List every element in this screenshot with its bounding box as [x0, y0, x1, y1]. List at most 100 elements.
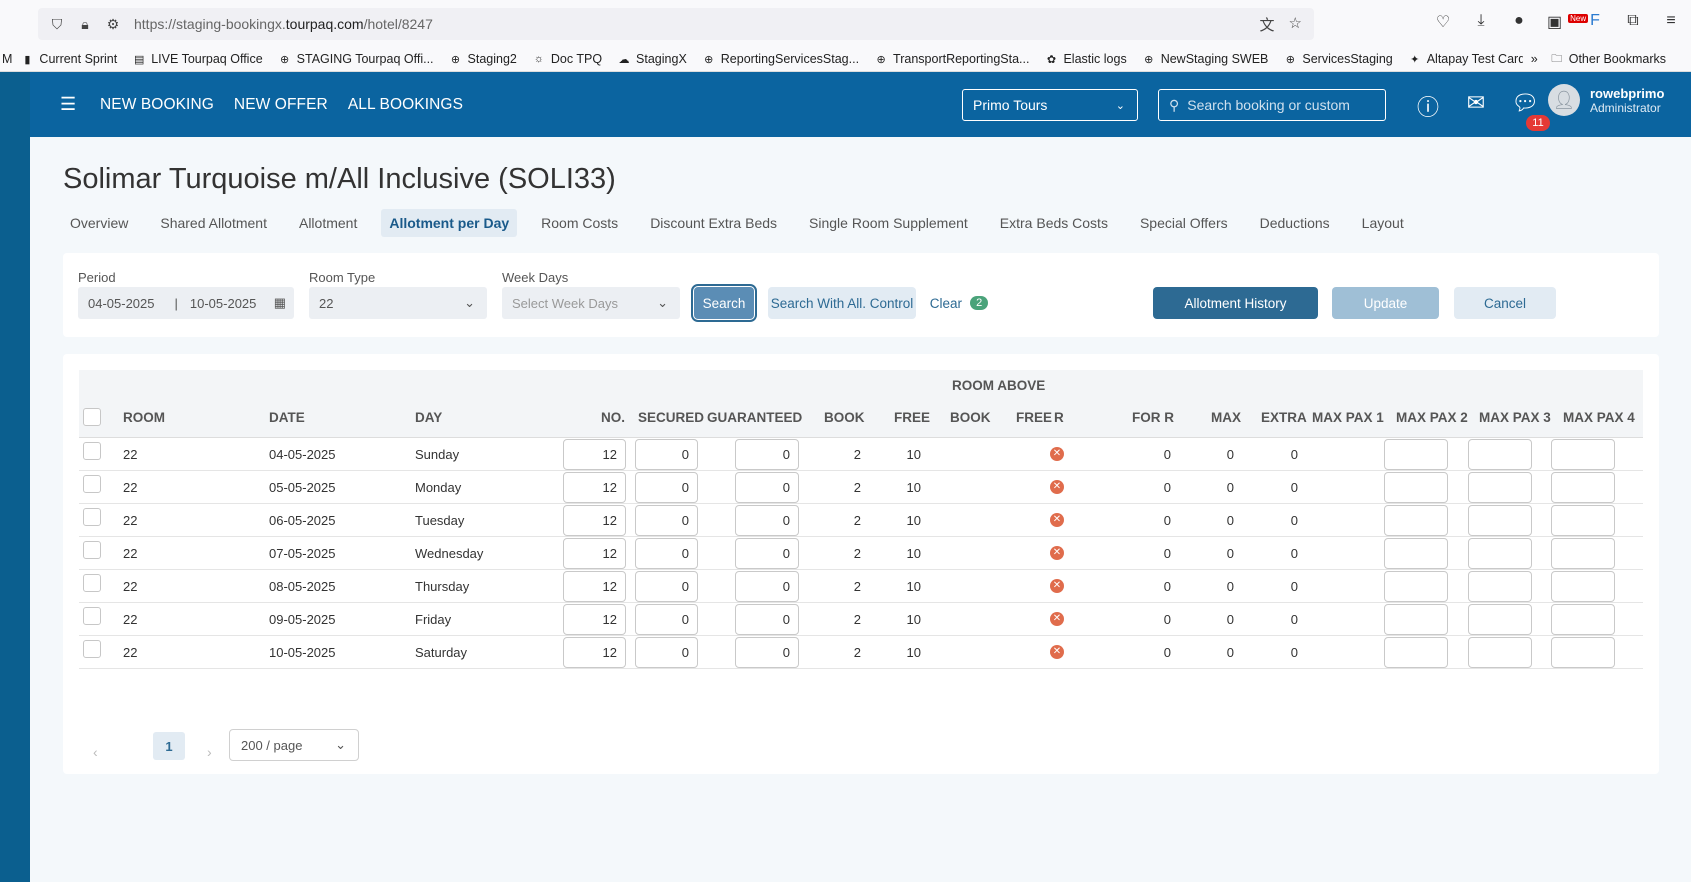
row-checkbox[interactable]: [83, 640, 101, 658]
max-pax-4-input[interactable]: [1551, 538, 1615, 569]
tab-discount-extra-beds[interactable]: Discount Extra Beds: [642, 209, 785, 237]
period-range-picker[interactable]: 04-05-2025 | 10-05-2025 ▦: [78, 287, 294, 319]
lock-icon[interactable]: 🔒︎: [76, 15, 94, 33]
tab-layout[interactable]: Layout: [1354, 209, 1412, 237]
bookmark-item[interactable]: ⊕ STAGING Tourpaq Offi...: [278, 52, 433, 66]
no-input[interactable]: 12: [563, 439, 626, 470]
extension-f-icon[interactable]: F: [1585, 12, 1605, 32]
chat-icon[interactable]: 💬︎11: [1511, 90, 1550, 142]
update-button[interactable]: Update: [1332, 287, 1439, 319]
row-checkbox[interactable]: [83, 475, 101, 493]
search-with-control-button[interactable]: Search With All. Control: [768, 287, 916, 319]
r-status-icon[interactable]: ✕: [1050, 645, 1064, 659]
translate-icon[interactable]: 文: [1260, 14, 1275, 35]
help-icon[interactable]: ⓘ: [1415, 90, 1441, 142]
secured-input[interactable]: 0: [635, 571, 698, 602]
max-pax-2-input[interactable]: [1384, 472, 1448, 503]
secured-input[interactable]: 0: [635, 604, 698, 635]
max-pax-3-input[interactable]: [1468, 439, 1532, 470]
r-status-icon[interactable]: ✕: [1050, 447, 1064, 461]
tab-extra-beds-costs[interactable]: Extra Beds Costs: [992, 209, 1116, 237]
page-1-button[interactable]: 1: [153, 732, 185, 760]
secured-input[interactable]: 0: [635, 439, 698, 470]
max-pax-3-input[interactable]: [1468, 538, 1532, 569]
tab-shared-allotment[interactable]: Shared Allotment: [152, 209, 275, 237]
next-page-icon[interactable]: ›: [207, 744, 212, 760]
max-pax-4-input[interactable]: [1551, 505, 1615, 536]
menu-icon[interactable]: ≡: [1661, 12, 1681, 32]
no-input[interactable]: 12: [563, 604, 626, 635]
room-type-select[interactable]: 22 ⌄: [309, 287, 487, 319]
r-status-icon[interactable]: ✕: [1050, 480, 1064, 494]
star-icon[interactable]: ☆: [1289, 14, 1302, 35]
bookmark-item[interactable]: ⊕ ServicesStaging: [1283, 52, 1393, 66]
tab-overview[interactable]: Overview: [62, 209, 136, 237]
max-pax-4-input[interactable]: [1551, 472, 1615, 503]
week-days-select[interactable]: Select Week Days ⌄: [502, 287, 680, 319]
max-pax-2-input[interactable]: [1384, 604, 1448, 635]
cancel-button[interactable]: Cancel: [1454, 287, 1556, 319]
user-menu[interactable]: 👤︎ rowebprimo Administrator: [1548, 84, 1664, 116]
tab-allotment[interactable]: Allotment: [291, 209, 365, 237]
max-pax-4-input[interactable]: [1551, 571, 1615, 602]
bookmark-item[interactable]: ⊕ TransportReportingSta...: [874, 52, 1029, 66]
max-pax-2-input[interactable]: [1384, 439, 1448, 470]
guaranteed-input[interactable]: 0: [735, 505, 799, 536]
guaranteed-input[interactable]: 0: [735, 637, 799, 668]
tab-allotment-per-day[interactable]: Allotment per Day: [381, 209, 518, 237]
max-pax-3-input[interactable]: [1468, 604, 1532, 635]
extension-new-icon[interactable]: ▣ New: [1547, 12, 1589, 32]
bookmark-item[interactable]: ⊕ Staging2: [449, 52, 517, 66]
global-search[interactable]: ⚲ Search booking or custom: [1158, 89, 1386, 121]
tab-single-room-supplement[interactable]: Single Room Supplement: [801, 209, 976, 237]
bookmark-item[interactable]: ⊕ NewStaging SWEB: [1142, 52, 1268, 66]
download-icon[interactable]: ⤓: [1471, 12, 1491, 32]
max-pax-2-input[interactable]: [1384, 637, 1448, 668]
max-pax-3-input[interactable]: [1468, 637, 1532, 668]
guaranteed-input[interactable]: 0: [735, 571, 799, 602]
bookmark-item[interactable]: ▤ LIVE Tourpaq Office: [132, 52, 263, 66]
max-pax-3-input[interactable]: [1468, 472, 1532, 503]
no-input[interactable]: 12: [563, 472, 626, 503]
secured-input[interactable]: 0: [635, 637, 698, 668]
bookmark-item[interactable]: ⊕ ReportingServicesStag...: [702, 52, 859, 66]
guaranteed-input[interactable]: 0: [735, 604, 799, 635]
mail-icon[interactable]: ✉: [1463, 90, 1489, 142]
row-checkbox[interactable]: [83, 541, 101, 559]
nav-all-bookings[interactable]: ALL BOOKINGS: [348, 96, 463, 114]
bookmark-item[interactable]: ✿ Elastic logs: [1044, 52, 1127, 66]
agency-select[interactable]: Primo Tours ⌄: [962, 89, 1138, 121]
no-input[interactable]: 12: [563, 637, 626, 668]
guaranteed-input[interactable]: 0: [735, 538, 799, 569]
bookmark-item[interactable]: ☼ Doc TPQ: [532, 52, 602, 66]
other-bookmarks[interactable]: 🗀 Other Bookmarks: [1550, 52, 1666, 66]
pocket-icon[interactable]: ♡: [1433, 12, 1453, 32]
search-button[interactable]: Search: [691, 284, 757, 322]
allotment-history-button[interactable]: Allotment History: [1153, 287, 1318, 319]
r-status-icon[interactable]: ✕: [1050, 612, 1064, 626]
bookmark-item[interactable]: ✦ Altapay Test Cards: [1408, 52, 1531, 66]
permissions-icon[interactable]: ⚙: [104, 15, 122, 33]
max-pax-4-input[interactable]: [1551, 439, 1615, 470]
r-status-icon[interactable]: ✕: [1050, 513, 1064, 527]
tab-special-offers[interactable]: Special Offers: [1132, 209, 1236, 237]
max-pax-3-input[interactable]: [1468, 505, 1532, 536]
bookmark-item[interactable]: ▮ Current Sprint: [20, 52, 117, 66]
max-pax-2-input[interactable]: [1384, 538, 1448, 569]
account-icon[interactable]: ●: [1509, 12, 1529, 32]
shield-icon[interactable]: ⛉: [48, 15, 66, 33]
nav-new-offer[interactable]: NEW OFFER: [234, 96, 328, 114]
max-pax-2-input[interactable]: [1384, 505, 1448, 536]
r-status-icon[interactable]: ✕: [1050, 546, 1064, 560]
max-pax-4-input[interactable]: [1551, 604, 1615, 635]
tab-room-costs[interactable]: Room Costs: [533, 209, 626, 237]
url-text[interactable]: https://staging-bookingx.tourpaq.com/hot…: [134, 16, 433, 32]
no-input[interactable]: 12: [563, 571, 626, 602]
row-checkbox[interactable]: [83, 607, 101, 625]
page-size-select[interactable]: 200 / page ⌄: [229, 729, 359, 761]
clear-button[interactable]: Clear 2: [927, 287, 991, 319]
select-all-checkbox[interactable]: [83, 408, 101, 426]
row-checkbox[interactable]: [83, 442, 101, 460]
nav-new-booking[interactable]: NEW BOOKING: [100, 96, 214, 114]
row-checkbox[interactable]: [83, 508, 101, 526]
